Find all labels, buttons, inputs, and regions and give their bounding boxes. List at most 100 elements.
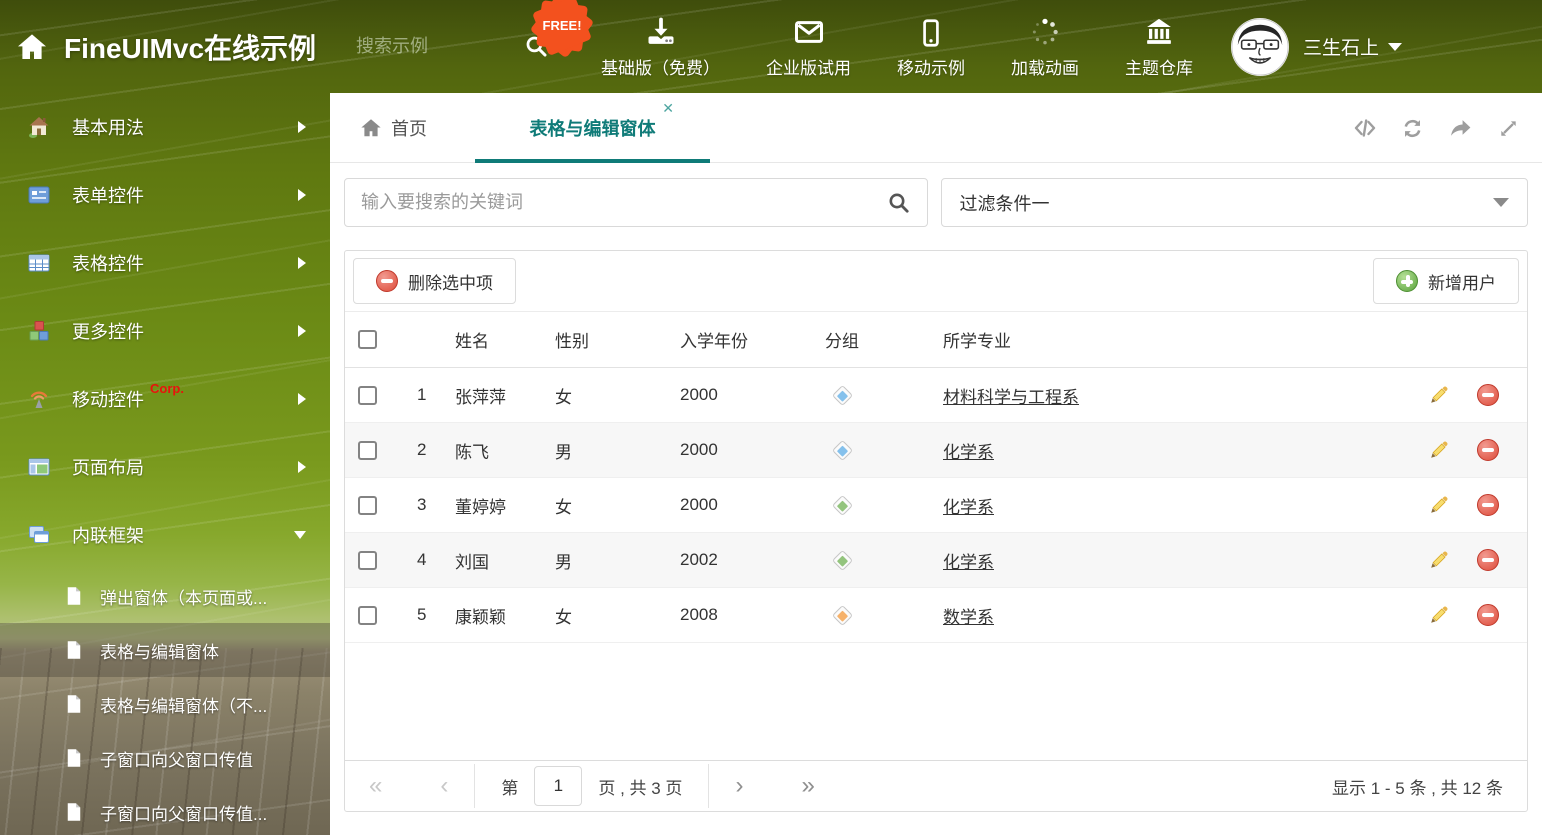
major-link[interactable]: 化学系 [943, 498, 994, 517]
edit-row-button[interactable] [1428, 549, 1450, 571]
cell-name: 陈飞 [455, 442, 489, 462]
brand-home-icon[interactable] [16, 31, 48, 63]
app-window: FineUIMvc在线示例 FREE! 基础版（免费） 企业版试用 移动示例 加… [0, 0, 1542, 835]
sidebar-item-form-controls[interactable]: 表单控件 [0, 161, 330, 229]
delete-row-button[interactable] [1477, 439, 1499, 461]
sidebar-item-more-controls[interactable]: 更多控件 [0, 297, 330, 365]
signal-icon [26, 387, 52, 411]
sidebar: 基本用法 表单控件 表格控件 更多控件 移动控件 Corp. 页面布局 内联框架… [0, 93, 330, 835]
edit-row-button[interactable] [1428, 494, 1450, 516]
edit-row-button[interactable] [1428, 604, 1450, 626]
edit-row-button[interactable] [1428, 439, 1450, 461]
cell-gender: 女 [555, 387, 572, 407]
tag-icon [831, 549, 854, 571]
row-checkbox[interactable] [357, 495, 377, 515]
sidebar-subitem-popup-window[interactable]: 弹出窗体（本页面或... [0, 569, 330, 623]
tag-icon [831, 604, 854, 626]
row-checkbox[interactable] [357, 385, 377, 405]
sidebar-subitem-child-to-parent[interactable]: 子窗口向父窗口传值 [0, 731, 330, 785]
major-link[interactable]: 数学系 [943, 608, 994, 627]
avatar [1231, 17, 1290, 76]
major-link[interactable]: 材料科学与工程系 [943, 388, 1079, 407]
filter-dropdown-value: 过滤条件一 [959, 193, 1050, 214]
column-header-name[interactable]: 姓名 [435, 327, 555, 352]
sidebar-item-grid-controls[interactable]: 表格控件 [0, 229, 330, 297]
cell-year: 2000 [680, 440, 718, 459]
sidebar-subitem-grid-edit-window-2[interactable]: 表格与编辑窗体（不... [0, 677, 330, 731]
nav-item-mobile-demos[interactable]: 移动示例 [897, 15, 965, 79]
sidebar-item-iframe[interactable]: 内联框架 [0, 501, 330, 569]
prev-page-button[interactable]: ‹ [440, 774, 448, 798]
layout-icon [26, 455, 52, 479]
nav-item-theme-repository[interactable]: 主题仓库 [1125, 15, 1193, 79]
cell-year: 2000 [680, 385, 718, 404]
page-number-input[interactable] [534, 766, 583, 806]
document-icon [64, 640, 84, 660]
delete-row-button[interactable] [1477, 384, 1499, 406]
share-icon[interactable] [1448, 116, 1473, 141]
column-header-year[interactable]: 入学年份 [680, 327, 825, 352]
header-search-input[interactable] [356, 36, 507, 57]
row-number: 5 [417, 605, 427, 624]
table-row: 1 张萍萍 女 2000 材料科学与工程系 [345, 368, 1527, 423]
chevron-down-icon [1493, 198, 1509, 207]
pagination-bar: « ‹ 第 页 , 共 3 页 › » 显示 1 - 5 条 , 共 12 条 [345, 760, 1527, 811]
keyword-search-input[interactable] [361, 192, 887, 213]
table-row: 2 陈飞 男 2000 化学系 [345, 423, 1527, 478]
nav-item-loading-animations[interactable]: 加载动画 [1011, 15, 1079, 79]
delete-row-button[interactable] [1477, 549, 1499, 571]
next-page-button[interactable]: › [735, 774, 743, 798]
nav-item-enterprise-trial[interactable]: 企业版试用 [766, 15, 851, 79]
active-tab-underline [475, 158, 710, 163]
column-header-group[interactable]: 分组 [825, 327, 943, 352]
search-icon[interactable] [887, 191, 911, 215]
table-row: 3 董婷婷 女 2000 化学系 [345, 478, 1527, 533]
sidebar-item-basic-usage[interactable]: 基本用法 [0, 93, 330, 161]
fullscreen-icon[interactable] [1497, 117, 1520, 140]
expand-arrow-icon [298, 257, 306, 269]
add-user-button[interactable]: 新增用户 [1373, 258, 1519, 304]
expand-arrow-icon [298, 325, 306, 337]
nav-item-basic-edition[interactable]: FREE! 基础版（免费） [536, 0, 720, 79]
major-link[interactable]: 化学系 [943, 443, 994, 462]
grid-panel: 删除选中项 新增用户 姓名 性别 入学年份 分组 所学专业 1 张萍萍 女 20… [344, 250, 1528, 812]
tab-grid-edit-window[interactable]: 表格与编辑窗体 [475, 93, 710, 163]
grid-toolbar: 删除选中项 新增用户 [345, 251, 1527, 312]
cell-name: 刘国 [455, 552, 489, 572]
first-page-button[interactable]: « [369, 774, 382, 798]
bank-icon [1144, 15, 1174, 47]
tab-home[interactable]: 首页 [360, 115, 427, 141]
header-nav: FREE! 基础版（免费） 企业版试用 移动示例 加载动画 主题仓库 [536, 0, 1193, 79]
delete-row-button[interactable] [1477, 604, 1499, 626]
sidebar-item-page-layout[interactable]: 页面布局 [0, 433, 330, 501]
row-checkbox[interactable] [357, 440, 377, 460]
last-page-button[interactable]: » [801, 774, 814, 798]
column-header-major[interactable]: 所学专业 [943, 327, 1415, 352]
table-empty-area [345, 643, 1527, 760]
select-all-checkbox[interactable] [357, 330, 377, 349]
delete-row-button[interactable] [1477, 494, 1499, 516]
cell-name: 董婷婷 [455, 497, 506, 517]
document-icon [64, 802, 84, 822]
tab-close-icon[interactable] [662, 101, 674, 115]
table-icon [26, 251, 52, 275]
table-row: 4 刘国 男 2002 化学系 [345, 533, 1527, 588]
major-link[interactable]: 化学系 [943, 553, 994, 572]
sidebar-subitem-grid-edit-window[interactable]: 表格与编辑窗体 [0, 623, 330, 677]
delete-selected-button[interactable]: 删除选中项 [353, 258, 516, 304]
view-source-icon[interactable] [1353, 116, 1377, 140]
filter-dropdown[interactable]: 过滤条件一 [940, 178, 1528, 227]
filter-row: 过滤条件一 [330, 163, 1542, 227]
column-header-gender[interactable]: 性别 [555, 327, 680, 352]
row-checkbox[interactable] [357, 550, 377, 570]
envelope-icon [794, 15, 824, 47]
row-checkbox[interactable] [357, 605, 377, 625]
tag-icon [831, 439, 854, 461]
sidebar-item-mobile-controls[interactable]: 移动控件 Corp. [0, 365, 330, 433]
sidebar-subitem-child-to-parent-2[interactable]: 子窗口向父窗口传值... [0, 785, 330, 835]
refresh-icon[interactable] [1401, 117, 1424, 140]
edit-row-button[interactable] [1428, 384, 1450, 406]
tag-icon [831, 494, 854, 516]
user-menu[interactable]: 三生石上 [1231, 17, 1420, 76]
cell-gender: 男 [555, 552, 572, 572]
